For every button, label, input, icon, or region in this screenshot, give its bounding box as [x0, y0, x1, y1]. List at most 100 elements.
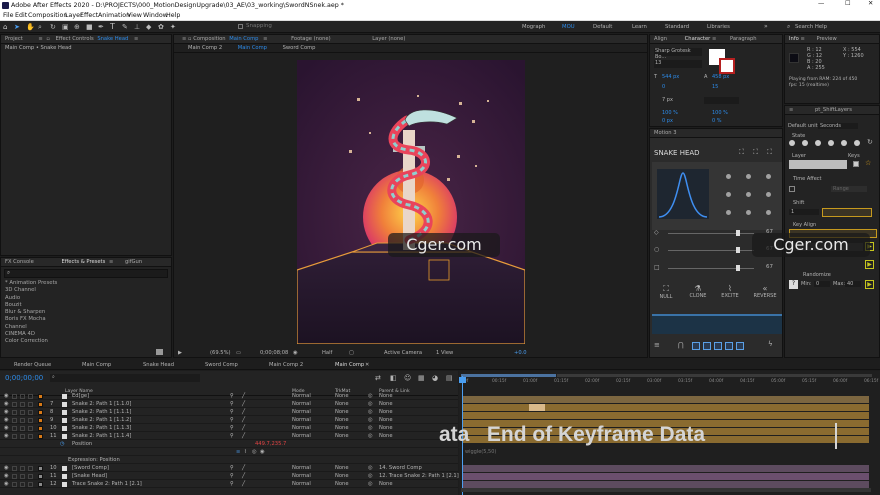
layer-parent[interactable]: None	[379, 392, 393, 400]
slider-value[interactable]: 67	[766, 264, 773, 270]
expression-pickwhip-icon[interactable]: ◎	[252, 448, 257, 456]
layer-mode[interactable]: Normal	[292, 392, 311, 400]
minimize-icon[interactable]: —	[818, 0, 824, 7]
layer-mode[interactable]: Normal	[292, 432, 311, 440]
work-area-bar[interactable]	[461, 374, 556, 377]
layer-mode[interactable]: Normal	[292, 464, 311, 472]
shift-menu-icon[interactable]: ≡	[789, 107, 793, 113]
visibility-icon[interactable]: ◉	[4, 480, 9, 488]
parent-pickwhip-icon[interactable]: ◎	[368, 432, 373, 440]
camera-tool-icon[interactable]: ▣	[62, 23, 69, 31]
lightning-icon[interactable]: ϟ	[768, 340, 773, 348]
play-icon[interactable]: ▶	[865, 280, 874, 289]
tab-render-queue[interactable]: Render Queue	[14, 360, 51, 370]
menu-help[interactable]: Help	[166, 12, 180, 19]
layer-name[interactable]: Snake 2: Path 1 [1.1.3]	[72, 424, 131, 432]
list-item[interactable]: Boris FX Mocha	[1, 316, 171, 323]
draft-3d-icon[interactable]: ◧	[390, 374, 397, 382]
frame-blend-icon[interactable]: ▦	[418, 374, 425, 382]
solo-toggle[interactable]	[20, 393, 25, 399]
tab-layer[interactable]: Layer (none)	[372, 36, 405, 42]
panel-menu-icon[interactable]: ≡	[800, 36, 804, 42]
visibility-icon[interactable]: ◉	[4, 416, 9, 424]
layer-label-color[interactable]	[38, 433, 43, 439]
menu-icon[interactable]: ≡	[654, 341, 660, 349]
stamp-tool-icon[interactable]: ⊥	[134, 23, 140, 31]
resolution-dropdown[interactable]: Half	[322, 348, 332, 358]
menu-view[interactable]: View	[127, 12, 142, 19]
visibility-icon[interactable]: ◉	[4, 472, 9, 480]
expression-enable-icon[interactable]: ≡	[236, 448, 240, 456]
excite-button[interactable]: ⌇ EXCITE	[718, 284, 742, 306]
graph-preset-dot[interactable]	[766, 210, 771, 215]
list-item[interactable]: 3D Channel	[1, 287, 171, 294]
track-bar[interactable]	[463, 412, 869, 419]
lock-toggle[interactable]	[28, 465, 33, 471]
always-preview-icon[interactable]: ▶	[178, 348, 182, 358]
solo-toggle[interactable]	[20, 473, 25, 479]
layer-name[interactable]: Snake 2: Path 1 [1.1.0]	[72, 400, 131, 408]
solo-toggle[interactable]	[20, 481, 25, 487]
state-radio[interactable]	[841, 140, 847, 146]
eraser-tool-icon[interactable]: ◆	[146, 23, 151, 31]
tab-fx-console[interactable]: FX Console	[5, 259, 34, 265]
new-folder-icon[interactable]	[156, 349, 163, 355]
distribute-v-icon[interactable]	[736, 342, 744, 350]
work-area-bar-rest[interactable]	[557, 374, 872, 377]
workspace-overflow-icon[interactable]: »	[764, 23, 768, 30]
list-item[interactable]: * Animation Presets	[1, 280, 171, 287]
distribute-icon[interactable]	[725, 342, 733, 350]
stroke-style-dropdown[interactable]	[704, 97, 739, 104]
graph-preset-dot[interactable]	[746, 192, 751, 197]
rectangle-tool-icon[interactable]: ■	[86, 23, 93, 31]
fill-color-swatch[interactable]	[719, 58, 735, 74]
reverse-button[interactable]: « REVERSE	[750, 284, 780, 306]
graph-preset-dot[interactable]	[726, 192, 731, 197]
collapse-switch-icon[interactable]: ╱	[242, 480, 245, 488]
workspace-mou[interactable]: MOU	[562, 24, 575, 30]
tab-info[interactable]: Info	[789, 36, 799, 42]
layer-parent[interactable]: 14. Sword Comp	[379, 464, 422, 472]
region-of-interest-icon[interactable]: ▢	[349, 348, 354, 358]
workspace-libraries[interactable]: Libraries	[707, 24, 730, 30]
type-tool-icon[interactable]: T	[110, 22, 115, 31]
shift-buttons[interactable]	[822, 208, 872, 217]
shy-switch-icon[interactable]: ⚲	[230, 392, 234, 400]
state-radio[interactable]	[789, 140, 795, 146]
layer-mode[interactable]: Normal	[292, 472, 311, 480]
tsume-field[interactable]: 0 %	[712, 118, 722, 124]
arch-icon[interactable]: ⋂	[678, 341, 684, 349]
align-left-icon[interactable]	[692, 342, 700, 350]
audio-toggle[interactable]	[12, 409, 17, 415]
solo-toggle[interactable]	[20, 433, 25, 439]
expression-graph-icon[interactable]: ⌇	[244, 448, 247, 456]
timeline-tab[interactable]: Main Comp	[82, 360, 111, 370]
layer-parent[interactable]: None	[379, 432, 393, 440]
track-bar[interactable]	[463, 404, 869, 411]
min-field[interactable]: 0	[814, 281, 830, 287]
layer-mode[interactable]: Normal	[292, 408, 311, 416]
timeline-tab[interactable]: Sword Comp	[205, 360, 238, 370]
reset-icon[interactable]: ↻	[867, 138, 873, 146]
layer-trkmat[interactable]: None	[335, 464, 349, 472]
menu-composition[interactable]: Composition	[28, 12, 67, 19]
layer-name[interactable]: Ed[ge]	[72, 392, 89, 400]
tab-footage[interactable]: Footage (none)	[291, 36, 330, 42]
rotate-tool-icon[interactable]: ↻	[50, 23, 56, 31]
slider-handle[interactable]	[736, 230, 740, 236]
collapse-icon[interactable]: ⛶	[767, 148, 772, 157]
comp-flowchart-icon[interactable]: ⇄	[375, 374, 381, 382]
audio-toggle[interactable]	[12, 401, 17, 407]
brush-tool-icon[interactable]: ✎	[122, 23, 128, 31]
current-time[interactable]: 0;00;08;08	[260, 348, 288, 358]
exposure-value[interactable]: +0.0	[514, 348, 527, 358]
collapse-switch-icon[interactable]: ╱	[242, 432, 245, 440]
collapse-switch-icon[interactable]: ╱	[242, 408, 245, 416]
lock-toggle[interactable]	[28, 393, 33, 399]
panel-menu-icon[interactable]: ≡	[712, 36, 716, 42]
slider-track[interactable]	[668, 250, 754, 251]
collapse-switch-icon[interactable]: ╱	[242, 392, 245, 400]
layer-mode[interactable]: Normal	[292, 424, 311, 432]
layer-trkmat[interactable]: None	[335, 424, 349, 432]
shy-switch-icon[interactable]: ⚲	[230, 408, 234, 416]
